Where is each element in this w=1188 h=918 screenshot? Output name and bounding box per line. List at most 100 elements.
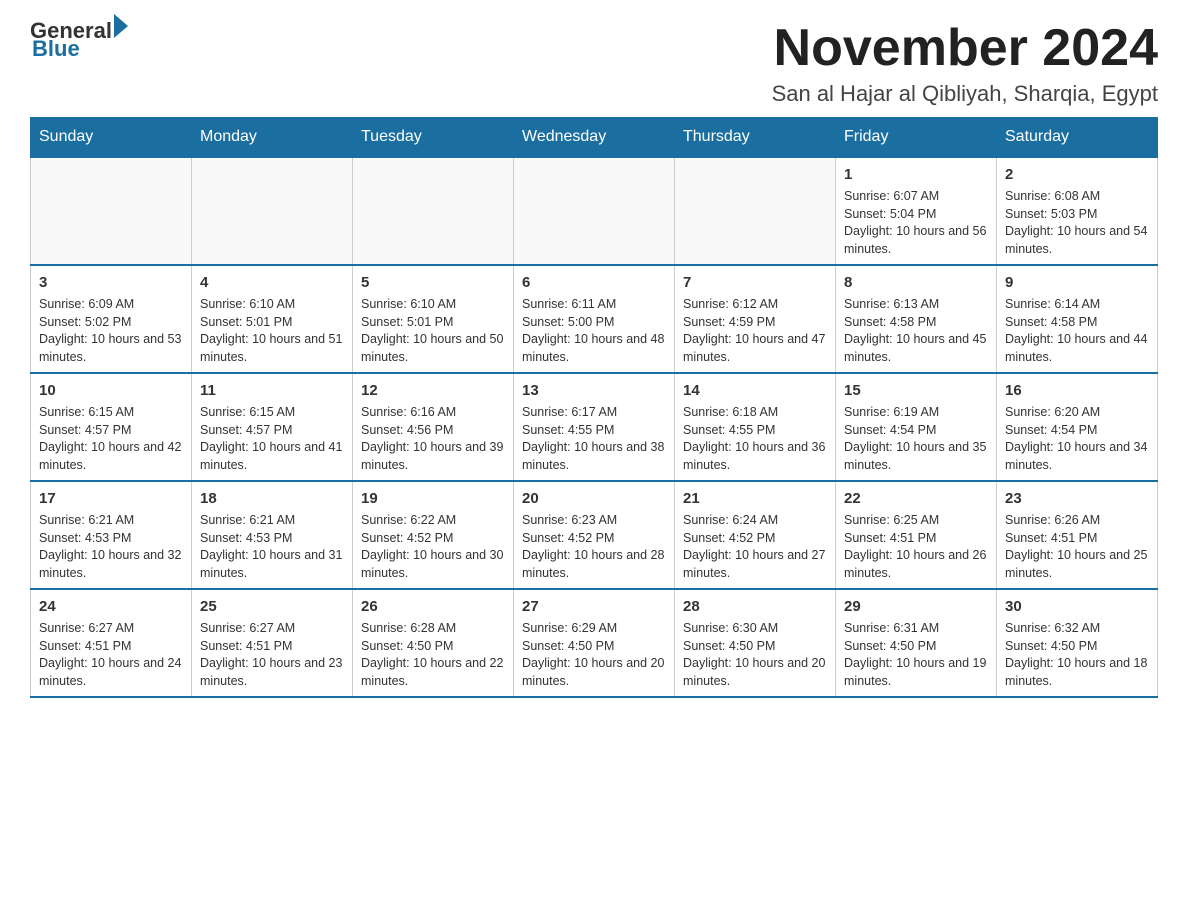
weekday-header-thursday: Thursday [675,118,836,158]
day-info: Sunrise: 6:15 AMSunset: 4:57 PMDaylight:… [39,404,183,474]
calendar-empty-cell [514,157,675,265]
logo-triangle-icon [114,14,128,38]
day-info: Sunrise: 6:29 AMSunset: 4:50 PMDaylight:… [522,620,666,690]
day-number: 15 [844,380,988,401]
calendar-day-23: 23 Sunrise: 6:26 AMSunset: 4:51 PMDayligh… [997,481,1158,589]
day-info: Sunrise: 6:07 AMSunset: 5:04 PMDaylight:… [844,188,988,258]
calendar-day-10: 10Sunrise: 6:15 AMSunset: 4:57 PMDayligh… [31,373,192,481]
day-info: Sunrise: 6:28 AMSunset: 4:50 PMDaylight:… [361,620,505,690]
day-number: 12 [361,380,505,401]
day-number: 26 [361,596,505,617]
weekday-header-sunday: Sunday [31,118,192,158]
day-info: Sunrise: 6:17 AMSunset: 4:55 PMDaylight:… [522,404,666,474]
day-number: 30 [1005,596,1149,617]
day-info: Sunrise: 6:18 AMSunset: 4:55 PMDaylight:… [683,404,827,474]
day-info: Sunrise: 6:30 AMSunset: 4:50 PMDaylight:… [683,620,827,690]
day-info: Sunrise: 6:08 AMSunset: 5:03 PMDaylight:… [1005,188,1149,258]
day-number: 5 [361,272,505,293]
day-info: Sunrise: 6:15 AMSunset: 4:57 PMDaylight:… [200,404,344,474]
day-info: Sunrise: 6:32 AMSunset: 4:50 PMDaylight:… [1005,620,1149,690]
calendar-day-6: 6Sunrise: 6:11 AMSunset: 5:00 PMDaylight… [514,265,675,373]
day-info: Sunrise: 6:14 AMSunset: 4:58 PMDaylight:… [1005,296,1149,366]
calendar-day-28: 28 Sunrise: 6:30 AMSunset: 4:50 PMDayligh… [675,589,836,697]
day-info: Sunrise: 6:22 AMSunset: 4:52 PMDaylight:… [361,512,505,582]
calendar-day-22: 22 Sunrise: 6:25 AMSunset: 4:51 PMDayligh… [836,481,997,589]
weekday-header-saturday: Saturday [997,118,1158,158]
day-number: 4 [200,272,344,293]
calendar-day-17: 17 Sunrise: 6:21 AMSunset: 4:53 PMDayligh… [31,481,192,589]
logo-blue-text: Blue [32,38,80,60]
day-number: 11 [200,380,344,401]
day-info: Sunrise: 6:20 AMSunset: 4:54 PMDaylight:… [1005,404,1149,474]
calendar-empty-cell [675,157,836,265]
calendar-day-2: 2 Sunrise: 6:08 AMSunset: 5:03 PMDaylight… [997,157,1158,265]
calendar-day-29: 29Sunrise: 6:31 AMSunset: 4:50 PMDayligh… [836,589,997,697]
calendar-week-row: 24 Sunrise: 6:27 AMSunset: 4:51 PMDayligh… [31,589,1158,697]
day-number: 8 [844,272,988,293]
calendar-day-1: 1 Sunrise: 6:07 AMSunset: 5:04 PMDaylight… [836,157,997,265]
day-number: 2 [1005,164,1149,185]
day-number: 9 [1005,272,1149,293]
weekday-header-wednesday: Wednesday [514,118,675,158]
day-info: Sunrise: 6:13 AMSunset: 4:58 PMDaylight:… [844,296,988,366]
calendar-day-19: 19Sunrise: 6:22 AMSunset: 4:52 PMDayligh… [353,481,514,589]
day-number: 3 [39,272,183,293]
day-number: 7 [683,272,827,293]
day-info: Sunrise: 6:26 AMSunset: 4:51 PMDaylight:… [1005,512,1149,582]
day-info: Sunrise: 6:10 AMSunset: 5:01 PMDaylight:… [200,296,344,366]
day-number: 1 [844,164,988,185]
calendar-day-15: 15 Sunrise: 6:19 AMSunset: 4:54 PMDayligh… [836,373,997,481]
day-info: Sunrise: 6:12 AMSunset: 4:59 PMDaylight:… [683,296,827,366]
calendar-day-18: 18Sunrise: 6:21 AMSunset: 4:53 PMDayligh… [192,481,353,589]
calendar-day-21: 21Sunrise: 6:24 AMSunset: 4:52 PMDayligh… [675,481,836,589]
day-info: Sunrise: 6:19 AMSunset: 4:54 PMDaylight:… [844,404,988,474]
header: General Blue November 2024 San al Hajar … [30,20,1158,107]
day-info: Sunrise: 6:11 AMSunset: 5:00 PMDaylight:… [522,296,666,366]
calendar-empty-cell [192,157,353,265]
weekday-header-monday: Monday [192,118,353,158]
calendar-day-9: 9 Sunrise: 6:14 AMSunset: 4:58 PMDaylight… [997,265,1158,373]
calendar-day-7: 7 Sunrise: 6:12 AMSunset: 4:59 PMDaylight… [675,265,836,373]
calendar-day-13: 13 Sunrise: 6:17 AMSunset: 4:55 PMDayligh… [514,373,675,481]
day-info: Sunrise: 6:25 AMSunset: 4:51 PMDaylight:… [844,512,988,582]
location-subtitle: San al Hajar al Qibliyah, Sharqia, Egypt [772,81,1158,107]
day-number: 24 [39,596,183,617]
day-number: 13 [522,380,666,401]
calendar-day-8: 8 Sunrise: 6:13 AMSunset: 4:58 PMDaylight… [836,265,997,373]
day-number: 22 [844,488,988,509]
calendar-day-5: 5 Sunrise: 6:10 AMSunset: 5:01 PMDaylight… [353,265,514,373]
day-number: 25 [200,596,344,617]
day-number: 18 [200,488,344,509]
calendar-week-row: 10Sunrise: 6:15 AMSunset: 4:57 PMDayligh… [31,373,1158,481]
day-number: 16 [1005,380,1149,401]
day-number: 21 [683,488,827,509]
day-info: Sunrise: 6:31 AMSunset: 4:50 PMDaylight:… [844,620,988,690]
day-info: Sunrise: 6:10 AMSunset: 5:01 PMDaylight:… [361,296,505,366]
day-number: 27 [522,596,666,617]
day-number: 20 [522,488,666,509]
weekday-header-row: SundayMondayTuesdayWednesdayThursdayFrid… [31,118,1158,158]
day-info: Sunrise: 6:27 AMSunset: 4:51 PMDaylight:… [200,620,344,690]
title-section: November 2024 San al Hajar al Qibliyah, … [772,20,1158,107]
calendar-day-12: 12 Sunrise: 6:16 AMSunset: 4:56 PMDayligh… [353,373,514,481]
weekday-header-friday: Friday [836,118,997,158]
calendar-day-24: 24Sunrise: 6:27 AMSunset: 4:51 PMDayligh… [31,589,192,697]
calendar-week-row: 1 Sunrise: 6:07 AMSunset: 5:04 PMDaylight… [31,157,1158,265]
day-number: 28 [683,596,827,617]
day-number: 14 [683,380,827,401]
calendar-week-row: 3 Sunrise: 6:09 AMSunset: 5:02 PMDaylight… [31,265,1158,373]
calendar-table: SundayMondayTuesdayWednesdayThursdayFrid… [30,117,1158,698]
calendar-day-16: 16 Sunrise: 6:20 AMSunset: 4:54 PMDayligh… [997,373,1158,481]
day-info: Sunrise: 6:16 AMSunset: 4:56 PMDaylight:… [361,404,505,474]
calendar-day-30: 30 Sunrise: 6:32 AMSunset: 4:50 PMDayligh… [997,589,1158,697]
day-info: Sunrise: 6:09 AMSunset: 5:02 PMDaylight:… [39,296,183,366]
day-info: Sunrise: 6:21 AMSunset: 4:53 PMDaylight:… [39,512,183,582]
calendar-day-27: 27 Sunrise: 6:29 AMSunset: 4:50 PMDayligh… [514,589,675,697]
calendar-day-11: 11 Sunrise: 6:15 AMSunset: 4:57 PMDayligh… [192,373,353,481]
calendar-day-14: 14 Sunrise: 6:18 AMSunset: 4:55 PMDayligh… [675,373,836,481]
day-number: 23 [1005,488,1149,509]
calendar-day-4: 4 Sunrise: 6:10 AMSunset: 5:01 PMDaylight… [192,265,353,373]
day-number: 17 [39,488,183,509]
calendar-week-row: 17 Sunrise: 6:21 AMSunset: 4:53 PMDayligh… [31,481,1158,589]
calendar-empty-cell [353,157,514,265]
